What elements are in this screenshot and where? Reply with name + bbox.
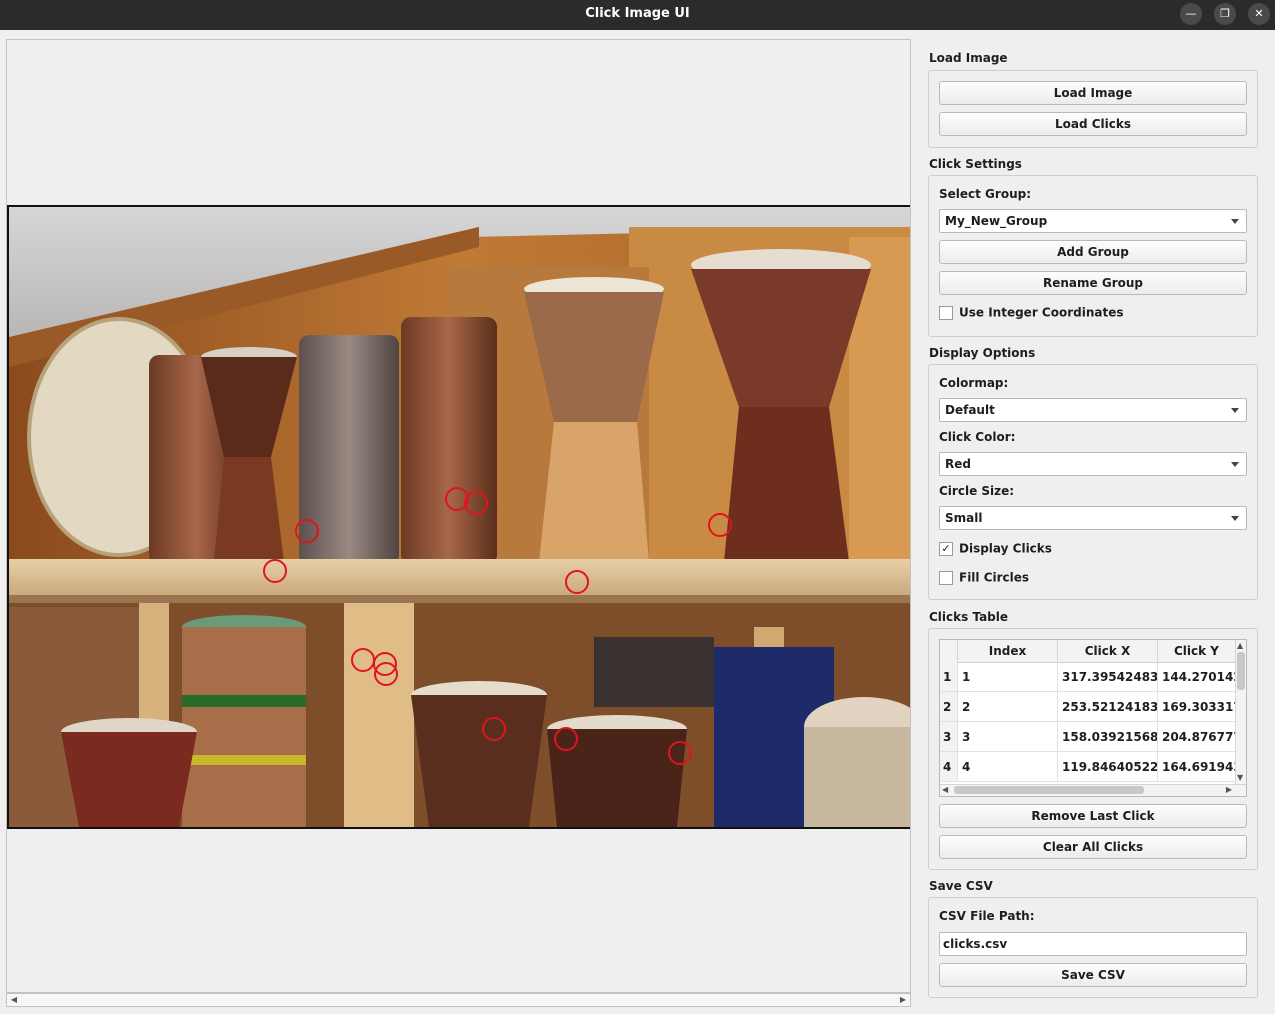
fill-circles-checkbox[interactable]: Fill Circles xyxy=(939,570,1029,586)
chevron-down-icon xyxy=(1231,219,1239,224)
cell-click-x[interactable]: 158.03921568... xyxy=(1058,722,1158,752)
chevron-down-icon xyxy=(1231,408,1239,413)
group-select-value: My_New_Group xyxy=(945,214,1048,228)
cell-click-y[interactable]: 169.3033175 xyxy=(1158,692,1236,722)
image-viewport[interactable] xyxy=(6,39,911,993)
fill-circles-label: Fill Circles xyxy=(959,570,1030,585)
table-header: Index Click X Click Y xyxy=(940,640,1236,663)
click-color-label: Click Color: xyxy=(939,430,1016,444)
load-image-section-title: Load Image xyxy=(929,51,1008,65)
corner-cell xyxy=(940,640,958,662)
rename-group-button[interactable]: Rename Group xyxy=(939,271,1247,295)
chevron-down-icon xyxy=(1231,462,1239,467)
clicks-table-section-title: Clicks Table xyxy=(929,610,1009,624)
cell-click-x[interactable]: 119.84640522... xyxy=(1058,752,1158,782)
click-settings-group: Select Group: My_New_Group Add Group Ren… xyxy=(928,175,1258,337)
save-csv-button[interactable]: Save CSV xyxy=(939,963,1247,987)
scroll-up-icon[interactable]: ▲ xyxy=(1237,641,1243,651)
cell-click-y[interactable]: 204.8767772 xyxy=(1158,722,1236,752)
load-clicks-button[interactable]: Load Clicks xyxy=(939,112,1247,136)
click-color-select-value: Red xyxy=(945,457,971,471)
clicks-table-group: Index Click X Click Y 1 1 317.39542483..… xyxy=(928,628,1258,870)
integer-coordinates-label: Use Integer Coordinates xyxy=(959,305,1124,320)
drum-photo[interactable] xyxy=(7,205,910,829)
minimize-icon[interactable]: — xyxy=(1180,3,1202,25)
clicks-table[interactable]: Index Click X Click Y 1 1 317.39542483..… xyxy=(939,639,1247,797)
group-select[interactable]: My_New_Group xyxy=(939,209,1247,233)
cell-index[interactable]: 3 xyxy=(958,722,1058,752)
click-settings-section-title: Click Settings xyxy=(929,157,1022,171)
cell-index[interactable]: 1 xyxy=(958,662,1058,692)
scrollbar-thumb[interactable] xyxy=(1237,652,1245,690)
save-csv-section-title: Save CSV xyxy=(929,879,993,893)
colormap-select-value: Default xyxy=(945,403,995,417)
load-image-group: Load Image Load Clicks xyxy=(928,70,1258,148)
csv-file-path-input[interactable]: clicks.csv xyxy=(939,932,1247,956)
colormap-label: Colormap: xyxy=(939,376,1009,390)
table-row[interactable]: 1 1 317.39542483... 144.2701421 xyxy=(940,662,1236,692)
column-header-index[interactable]: Index xyxy=(958,640,1058,662)
display-options-section-title: Display Options xyxy=(929,346,1036,360)
display-clicks-label: Display Clicks xyxy=(959,541,1052,556)
table-row[interactable]: 4 4 119.84640522... 164.6919431 xyxy=(940,752,1236,782)
column-header-click-y[interactable]: Click Y xyxy=(1158,640,1236,662)
table-row[interactable]: 2 2 253.52124183... 169.3033175 xyxy=(940,692,1236,722)
table-vertical-scrollbar[interactable]: ▲ ▼ xyxy=(1235,640,1246,784)
scroll-left-icon[interactable]: ◀ xyxy=(8,994,20,1006)
cell-click-x[interactable]: 317.39542483... xyxy=(1058,662,1158,692)
scroll-down-icon[interactable]: ▼ xyxy=(1237,773,1243,783)
row-header[interactable]: 4 xyxy=(940,752,958,782)
clear-all-clicks-button[interactable]: Clear All Clicks xyxy=(939,835,1247,859)
table-horizontal-scrollbar[interactable]: ◀ ▶ xyxy=(940,784,1246,796)
load-image-button[interactable]: Load Image xyxy=(939,81,1247,105)
click-color-select[interactable]: Red xyxy=(939,452,1247,476)
circle-size-select-value: Small xyxy=(945,511,983,525)
restore-icon[interactable]: ❐ xyxy=(1214,3,1236,25)
chevron-down-icon xyxy=(1231,516,1239,521)
cell-click-y[interactable]: 164.6919431 xyxy=(1158,752,1236,782)
window-title: Click Image UI xyxy=(585,6,690,21)
row-header[interactable]: 2 xyxy=(940,692,958,722)
cell-click-y[interactable]: 144.2701421 xyxy=(1158,662,1236,692)
scroll-right-icon[interactable]: ▶ xyxy=(1226,785,1232,795)
display-options-group: Colormap: Default Click Color: Red Circl… xyxy=(928,364,1258,600)
add-group-button[interactable]: Add Group xyxy=(939,240,1247,264)
close-icon[interactable]: ✕ xyxy=(1248,3,1270,25)
scroll-right-icon[interactable]: ▶ xyxy=(897,994,909,1006)
display-clicks-checkbox[interactable]: ✓ Display Clicks xyxy=(939,541,1052,557)
title-bar: Click Image UI — ❐ ✕ xyxy=(0,0,1275,30)
circle-size-label: Circle Size: xyxy=(939,484,1015,498)
colormap-select[interactable]: Default xyxy=(939,398,1247,422)
scrollbar-thumb[interactable] xyxy=(954,786,1144,794)
column-header-click-x[interactable]: Click X xyxy=(1058,640,1158,662)
checkbox-box[interactable] xyxy=(939,305,953,320)
integer-coordinates-checkbox[interactable]: Use Integer Coordinates xyxy=(939,305,1123,321)
table-row[interactable]: 3 3 158.03921568... 204.8767772 xyxy=(940,722,1236,752)
checkmark-icon[interactable]: ✓ xyxy=(939,541,953,556)
csv-file-path-label: CSV File Path: xyxy=(939,909,1035,923)
remove-last-click-button[interactable]: Remove Last Click xyxy=(939,804,1247,828)
save-csv-group: CSV File Path: clicks.csv Save CSV xyxy=(928,897,1258,998)
select-group-label: Select Group: xyxy=(939,187,1032,201)
cell-index[interactable]: 2 xyxy=(958,692,1058,722)
scroll-left-icon[interactable]: ◀ xyxy=(942,785,948,795)
viewport-horizontal-scrollbar[interactable]: ◀ ▶ xyxy=(6,993,911,1007)
row-header[interactable]: 3 xyxy=(940,722,958,752)
row-header[interactable]: 1 xyxy=(940,662,958,692)
cell-index[interactable]: 4 xyxy=(958,752,1058,782)
circle-size-select[interactable]: Small xyxy=(939,506,1247,530)
drum-photo-illustration xyxy=(9,207,910,827)
checkbox-box[interactable] xyxy=(939,570,953,585)
cell-click-x[interactable]: 253.52124183... xyxy=(1058,692,1158,722)
